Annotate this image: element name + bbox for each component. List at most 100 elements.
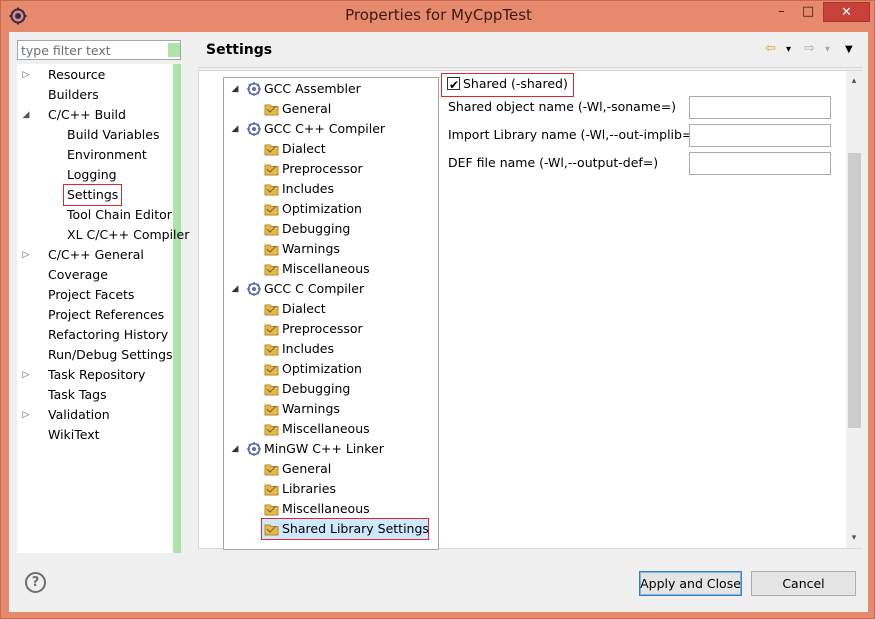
nav-item[interactable]: Builders [48,85,99,105]
option-folder-icon [264,321,280,337]
tree-option-item[interactable]: Warnings [262,239,340,259]
nav-expand-icon[interactable]: ▷ [21,405,31,425]
tree-option-item[interactable]: General [262,99,331,119]
nav-item[interactable]: Task Tags [48,385,107,405]
cancel-button[interactable]: Cancel [751,571,856,596]
tree-option-item[interactable]: Miscellaneous [262,259,370,279]
nav-item[interactable]: Project Facets [48,285,134,305]
tree-option-item[interactable]: Miscellaneous [262,499,370,519]
tree-option-item[interactable]: Includes [262,179,334,199]
tree-tool-item[interactable]: GCC C++ Compiler [244,119,385,139]
option-folder-icon [264,501,280,517]
nav-expand-icon [21,325,31,345]
tree-expand-icon[interactable]: ◢ [230,79,240,99]
nav-item[interactable]: Project References [48,305,164,325]
tool-gear-icon [246,441,262,457]
back-dropdown-icon[interactable]: ▾ [786,44,791,55]
nav-expand-icon [21,125,31,145]
nav-item[interactable]: Refactoring History [48,325,168,345]
nav-expand-icon[interactable]: ▷ [21,65,31,85]
option-folder-icon [264,361,280,377]
title-bar[interactable]: Properties for MyCppTest – □ ✕ [1,1,875,32]
tree-item-label: Debugging [282,221,351,236]
shared-checkbox[interactable]: ✔ [447,77,460,92]
option-folder-icon [264,521,280,537]
nav-item[interactable]: Build Variables [67,125,159,145]
tree-tool-item[interactable]: GCC Assembler [244,79,361,99]
dialog-client-area: type filter text ▷ Resource Builders ◢ C/C++… [9,32,868,612]
checkmark-icon: ✔ [449,78,460,92]
forward-icon[interactable]: ⇨ [804,41,815,56]
option-folder-icon [264,461,280,477]
vertical-scrollbar[interactable]: ▴ ▾ [846,71,862,548]
nav-expand-icon [21,425,31,445]
import-library-input[interactable] [689,124,831,147]
nav-expand-icon [21,265,31,285]
nav-item[interactable]: Task Repository [48,365,145,385]
view-menu-icon[interactable]: ▼ [845,44,853,55]
shared-library-settings-form: ✔ Shared (-shared) Shared object name (-… [441,71,844,550]
def-file-input[interactable] [689,152,831,175]
nav-item[interactable]: C/C++ Build [48,105,126,125]
shared-checkbox-row[interactable]: ✔ Shared (-shared) [441,73,574,97]
tree-option-item[interactable]: Dialect [262,139,326,159]
nav-item[interactable]: Tool Chain Editor [67,205,172,225]
tree-expand-icon[interactable]: ◢ [230,439,240,459]
tree-option-item[interactable]: General [262,459,331,479]
nav-item[interactable]: WikiText [48,425,100,445]
tree-option-item[interactable]: Optimization [262,359,362,379]
tree-item-label: Includes [282,341,335,356]
nav-item[interactable]: Logging [67,165,117,185]
property-page-tree[interactable]: ▷ Resource Builders ◢ C/C++ Build Build Varia… [17,64,189,553]
nav-item[interactable]: Settings [62,184,123,206]
tree-item-label: Miscellaneous [282,421,370,436]
option-folder-icon [264,481,280,497]
nav-expand-icon[interactable]: ▷ [21,245,31,265]
nav-item[interactable]: Validation [48,405,110,425]
tree-tool-item[interactable]: GCC C Compiler [244,279,364,299]
maximize-button[interactable]: □ [795,2,821,22]
nav-expand-icon [21,205,31,225]
close-button[interactable]: ✕ [823,2,870,22]
tree-option-item[interactable]: Optimization [262,199,362,219]
nav-item[interactable]: Resource [48,65,105,85]
tree-expand-icon[interactable]: ◢ [230,119,240,139]
tree-option-item[interactable]: Debugging [262,219,350,239]
tool-settings-tree[interactable]: ◢ GCC Assembler General ◢ GCC C++ Compiler Di… [223,77,439,550]
tree-option-item[interactable]: Shared Library Settings [261,518,429,540]
minimize-button[interactable]: – [768,2,795,22]
page-title: Settings [206,42,273,58]
tree-option-item[interactable]: Dialect [262,299,326,319]
back-icon[interactable]: ⇦ [765,41,776,56]
tree-option-item[interactable]: Includes [262,339,334,359]
tree-option-item[interactable]: Miscellaneous [262,419,370,439]
nav-item[interactable]: XL C/C++ Compiler [67,225,189,245]
tree-item-label: Miscellaneous [282,261,370,276]
tool-gear-icon [246,281,262,297]
forward-dropdown-icon[interactable]: ▾ [825,44,830,55]
tree-option-item[interactable]: Preprocessor [262,319,363,339]
clear-filter-icon[interactable] [168,43,180,57]
tree-option-item[interactable]: Preprocessor [262,159,363,179]
tree-expand-icon[interactable]: ◢ [230,279,240,299]
nav-item[interactable]: Coverage [48,265,108,285]
settings-content: ◢ GCC Assembler General ◢ GCC C++ Compiler Di… [198,70,862,550]
help-button[interactable]: ? [25,572,46,593]
nav-item[interactable]: Environment [67,145,147,165]
filter-input[interactable]: type filter text [17,40,181,60]
tree-tool-item[interactable]: MinGW C++ Linker [244,439,384,459]
scroll-up-icon[interactable]: ▴ [846,73,862,89]
nav-item[interactable]: C/C++ General [48,245,144,265]
tree-option-item[interactable]: Warnings [262,399,340,419]
apply-and-close-button[interactable]: Apply and Close [639,571,742,596]
tree-item-label: GCC Assembler [264,81,361,96]
scroll-down-icon[interactable]: ▾ [846,530,862,546]
tree-option-item[interactable]: Debugging [262,379,350,399]
nav-expand-icon[interactable]: ▷ [21,365,31,385]
soname-input[interactable] [689,96,831,119]
option-folder-icon [264,241,280,257]
nav-item[interactable]: Run/Debug Settings [48,345,173,365]
scroll-thumb[interactable] [848,153,861,428]
tree-option-item[interactable]: Libraries [262,479,336,499]
nav-expand-icon[interactable]: ◢ [21,105,31,125]
